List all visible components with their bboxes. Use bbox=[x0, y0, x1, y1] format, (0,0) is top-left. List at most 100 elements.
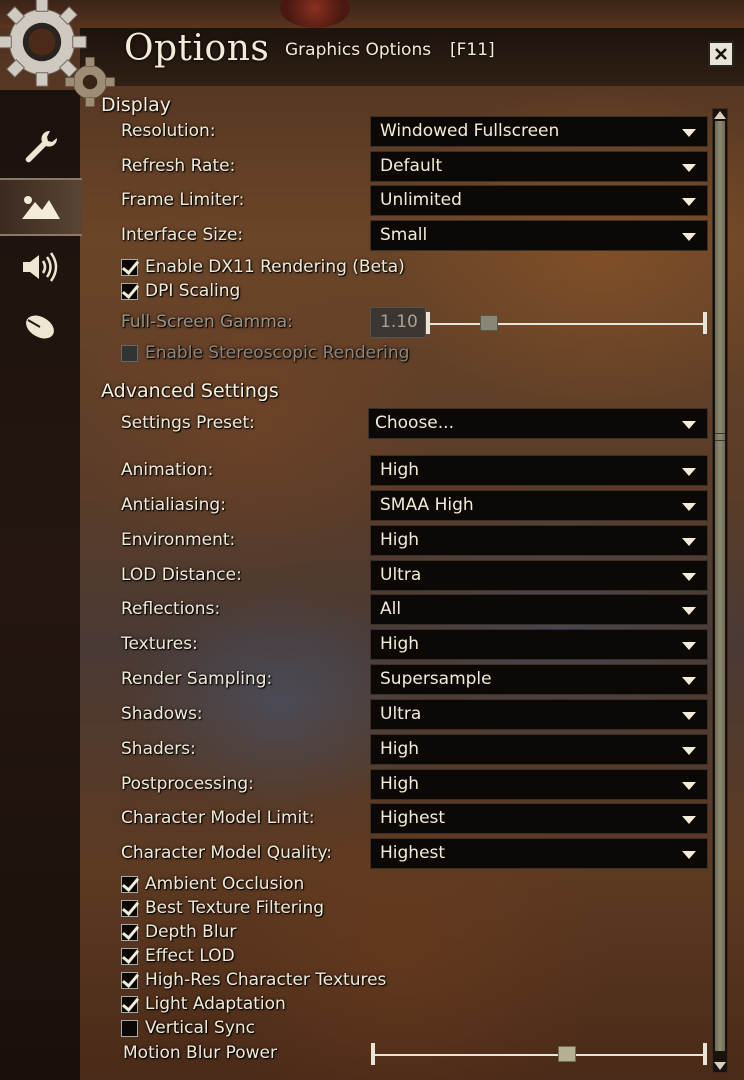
mouse-icon bbox=[26, 315, 54, 339]
wrench-icon bbox=[25, 130, 58, 163]
chevron-down-icon bbox=[682, 712, 696, 720]
checkbox-box bbox=[121, 258, 138, 276]
chevron-down-icon bbox=[682, 607, 696, 615]
refresh-rate-value: Default bbox=[380, 156, 443, 176]
motion-blur-slider-end bbox=[703, 1043, 707, 1065]
checkbox-box bbox=[121, 282, 138, 300]
char-model-quality-label: Character Model Quality: bbox=[121, 843, 333, 863]
motion-blur-label: Motion Blur Power bbox=[123, 1043, 277, 1063]
shadows-label: Shadows: bbox=[121, 704, 203, 724]
tab-graphics[interactable] bbox=[0, 178, 82, 236]
char-model-limit-label: Character Model Limit: bbox=[121, 808, 315, 828]
effect-lod-checkbox[interactable]: Effect LOD bbox=[121, 945, 235, 967]
window-title: Options bbox=[124, 28, 270, 69]
resolution-dropdown[interactable]: Windowed Fullscreen bbox=[370, 116, 708, 147]
checkbox-box bbox=[121, 875, 138, 893]
gamma-slider-track bbox=[428, 323, 706, 325]
textures-value: High bbox=[380, 634, 420, 654]
reflections-label: Reflections: bbox=[121, 599, 221, 619]
char-model-limit-value: Highest bbox=[380, 808, 446, 828]
chevron-down-icon bbox=[682, 642, 696, 650]
interface-size-label: Interface Size: bbox=[121, 225, 244, 245]
gamma-value: 1.10 bbox=[370, 307, 426, 338]
gamma-slider-end bbox=[703, 312, 707, 334]
char-model-quality-dropdown[interactable]: Highest bbox=[370, 838, 708, 869]
shadows-value: Ultra bbox=[380, 704, 422, 724]
stereoscopic-checkbox: Enable Stereoscopic Rendering bbox=[121, 342, 409, 364]
reflections-dropdown[interactable]: All bbox=[370, 594, 708, 625]
antialiasing-label: Antialiasing: bbox=[121, 495, 226, 515]
checkbox-box bbox=[121, 995, 138, 1013]
chevron-down-icon bbox=[682, 851, 696, 859]
tab-sound[interactable] bbox=[0, 238, 80, 296]
gamma-label: Full-Screen Gamma: bbox=[121, 312, 293, 332]
vertical-sync-checkbox[interactable]: Vertical Sync bbox=[121, 1017, 255, 1039]
best-texture-filtering-checkbox[interactable]: Best Texture Filtering bbox=[121, 897, 324, 919]
refresh-rate-dropdown[interactable]: Default bbox=[370, 151, 708, 182]
textures-dropdown[interactable]: High bbox=[370, 629, 708, 660]
scrollbar[interactable] bbox=[712, 108, 728, 1073]
interface-size-dropdown[interactable]: Small bbox=[370, 220, 708, 251]
chevron-down-icon bbox=[682, 233, 696, 241]
scroll-up-arrow-icon[interactable] bbox=[714, 111, 726, 119]
lod-distance-value: Ultra bbox=[380, 565, 422, 585]
shaders-dropdown[interactable]: High bbox=[370, 734, 708, 765]
chevron-down-icon bbox=[682, 164, 696, 172]
mountains-icon bbox=[22, 196, 60, 219]
char-model-quality-value: Highest bbox=[380, 843, 446, 863]
lod-distance-label: LOD Distance: bbox=[121, 565, 242, 585]
antialiasing-dropdown[interactable]: SMAA High bbox=[370, 490, 708, 521]
depth-blur-checkbox[interactable]: Depth Blur bbox=[121, 921, 236, 943]
close-button[interactable] bbox=[708, 41, 734, 67]
shaders-label: Shaders: bbox=[121, 739, 196, 759]
interface-size-value: Small bbox=[380, 225, 428, 245]
environment-label: Environment: bbox=[121, 530, 236, 550]
dx11-checkbox[interactable]: Enable DX11 Rendering (Beta) bbox=[121, 256, 405, 278]
dx11-label: Enable DX11 Rendering (Beta) bbox=[145, 257, 405, 277]
render-sampling-label: Render Sampling: bbox=[121, 669, 273, 689]
speaker-icon bbox=[23, 252, 58, 282]
checkbox-box bbox=[121, 344, 138, 362]
motion-blur-slider-thumb[interactable] bbox=[557, 1046, 576, 1062]
frame-limiter-dropdown[interactable]: Unlimited bbox=[370, 185, 708, 216]
light-adaptation-checkbox[interactable]: Light Adaptation bbox=[121, 993, 286, 1015]
environment-value: High bbox=[380, 530, 420, 550]
resolution-value: Windowed Fullscreen bbox=[380, 121, 560, 141]
animation-label: Animation: bbox=[121, 460, 214, 480]
postprocessing-value: High bbox=[380, 774, 420, 794]
depth-blur-label: Depth Blur bbox=[145, 922, 237, 942]
postprocessing-dropdown[interactable]: High bbox=[370, 769, 708, 800]
close-icon bbox=[715, 48, 727, 60]
scrollbar-grip bbox=[715, 433, 725, 441]
shaders-value: High bbox=[380, 739, 420, 759]
high-res-char-textures-checkbox[interactable]: High-Res Character Textures bbox=[121, 969, 386, 991]
chevron-down-icon bbox=[682, 468, 696, 476]
environment-dropdown[interactable]: High bbox=[370, 525, 708, 556]
effect-lod-label: Effect LOD bbox=[145, 946, 235, 966]
tab-controls[interactable] bbox=[0, 298, 80, 356]
preset-dropdown[interactable]: Choose... bbox=[368, 408, 708, 439]
char-model-limit-dropdown[interactable]: Highest bbox=[370, 803, 708, 834]
animation-value: High bbox=[380, 460, 420, 480]
shadows-dropdown[interactable]: Ultra bbox=[370, 699, 708, 730]
display-heading: Display bbox=[101, 94, 172, 116]
window-subtitle: Graphics Options bbox=[285, 40, 432, 60]
animation-dropdown[interactable]: High bbox=[370, 455, 708, 486]
chevron-down-icon bbox=[682, 538, 696, 546]
tab-general[interactable] bbox=[0, 118, 80, 176]
frame-limiter-label: Frame Limiter: bbox=[121, 190, 245, 210]
chevron-down-icon bbox=[682, 503, 696, 511]
chevron-down-icon bbox=[682, 198, 696, 206]
scroll-down-arrow-icon[interactable] bbox=[714, 1062, 726, 1070]
refresh-rate-label: Refresh Rate: bbox=[121, 156, 236, 176]
top-strip bbox=[0, 0, 744, 28]
checkbox-box bbox=[121, 899, 138, 917]
render-sampling-dropdown[interactable]: Supersample bbox=[370, 664, 708, 695]
ambient-occlusion-checkbox[interactable]: Ambient Occlusion bbox=[121, 873, 304, 895]
render-sampling-value: Supersample bbox=[380, 669, 492, 689]
dpi-scaling-checkbox[interactable]: DPI Scaling bbox=[121, 280, 240, 302]
lod-distance-dropdown[interactable]: Ultra bbox=[370, 560, 708, 591]
stereoscopic-label: Enable Stereoscopic Rendering bbox=[145, 343, 410, 363]
scrollbar-thumb[interactable] bbox=[715, 121, 725, 1051]
gamma-slider-thumb[interactable] bbox=[480, 315, 499, 331]
